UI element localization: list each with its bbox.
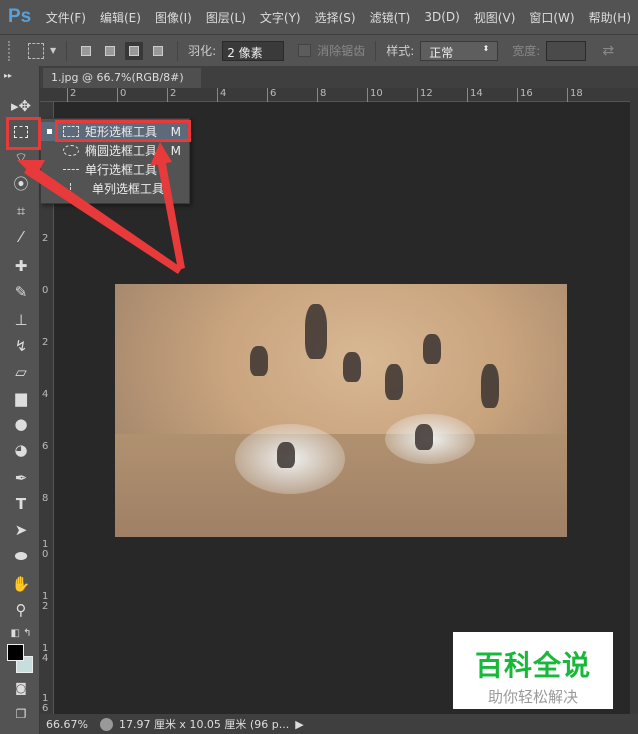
arrow-to-tool <box>24 163 182 274</box>
expand-arrow-icon[interactable]: ▶ <box>295 718 303 731</box>
zoom-level[interactable]: 66.67% <box>46 718 88 731</box>
arrow-to-menu <box>157 158 185 270</box>
annotation-arrows <box>17 142 185 274</box>
arrowhead <box>150 142 172 166</box>
doc-info-icon[interactable] <box>99 717 113 731</box>
status-bar: 66.67% 17.97 厘米 x 10.05 厘米 (96 p... ▶ <box>40 714 638 734</box>
watermark-subtitle: 助你轻松解决 <box>487 688 578 706</box>
watermark-title: 百科全说 <box>474 649 591 682</box>
watermark: 百科全说 助你轻松解决 <box>453 632 613 709</box>
document-size: 17.97 厘米 x 10.05 厘米 (96 p... <box>118 718 290 731</box>
